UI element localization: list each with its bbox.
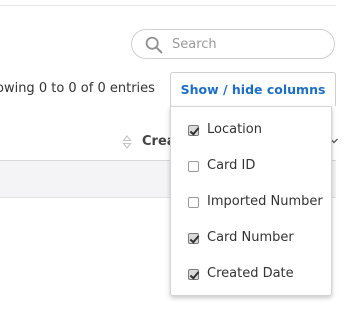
column-toggle-label: Location (207, 122, 262, 137)
checkbox[interactable] (188, 161, 199, 172)
search-icon (145, 36, 163, 54)
show-hide-columns-button[interactable]: Show / hide columns (170, 72, 336, 106)
entries-info: owing 0 to 0 of 0 entries (0, 81, 155, 96)
checkbox[interactable] (188, 197, 199, 208)
column-toggle-card-number[interactable]: Card Number (171, 225, 331, 253)
column-visibility-dropdown: Location Card ID Imported Number Card Nu… (170, 106, 332, 296)
column-header-created[interactable]: Crea (142, 134, 172, 149)
column-toggle-label: Imported Number (207, 194, 323, 209)
search-input[interactable] (172, 34, 322, 54)
search-box[interactable] (131, 29, 335, 59)
column-toggle-label: Card ID (207, 158, 256, 173)
column-toggle-card-id[interactable]: Card ID (171, 153, 331, 181)
top-divider (0, 5, 336, 6)
column-toggle-location[interactable]: Location (171, 117, 331, 145)
checkbox[interactable] (188, 233, 199, 244)
column-toggle-imported-number[interactable]: Imported Number (171, 189, 331, 217)
column-toggle-label: Card Number (207, 230, 294, 245)
checkbox[interactable] (188, 125, 199, 136)
checkbox[interactable] (188, 269, 199, 280)
column-toggle-created-date[interactable]: Created Date (171, 261, 331, 289)
column-toggle-label: Created Date (207, 266, 294, 281)
sort-icon[interactable] (122, 135, 132, 149)
